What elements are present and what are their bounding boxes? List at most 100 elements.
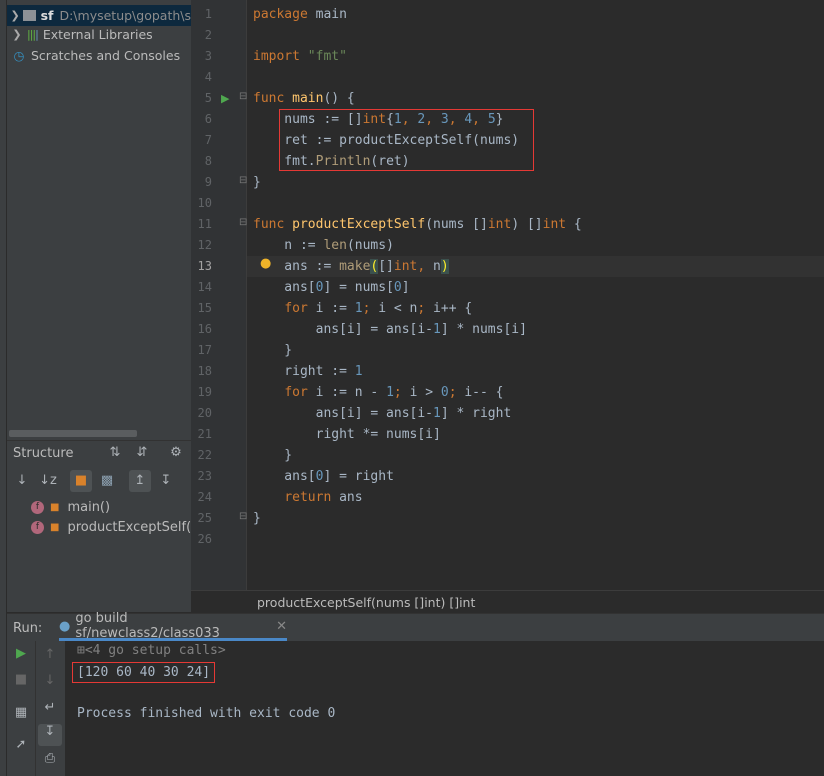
code-token: ans[i] = ans[i- bbox=[253, 322, 434, 337]
code-token: for bbox=[284, 385, 316, 400]
code-line[interactable]: ans[0] = nums[0] bbox=[253, 277, 410, 298]
arrow-up-icon[interactable]: ↑ bbox=[36, 647, 64, 662]
code-token: 0 bbox=[440, 385, 449, 400]
lock-icon: ■ bbox=[50, 501, 60, 513]
code-line[interactable]: right *= nums[i] bbox=[253, 424, 441, 445]
code-token: n bbox=[433, 259, 441, 274]
code-token: ; bbox=[362, 301, 379, 316]
line-number: 24 bbox=[197, 490, 212, 504]
code-token: nums := [] bbox=[253, 112, 363, 127]
code-token: , bbox=[417, 259, 434, 274]
code-token: ; bbox=[417, 301, 434, 316]
code-token: productExceptSelf bbox=[292, 217, 426, 232]
code-token: right := bbox=[253, 364, 355, 379]
stop-icon[interactable]: ■ bbox=[7, 672, 35, 687]
code-line[interactable]: } bbox=[253, 172, 261, 193]
line-number: 26 bbox=[197, 532, 212, 546]
code-line[interactable]: n := len(nums) bbox=[253, 235, 394, 256]
close-icon[interactable]: ✕ bbox=[276, 619, 287, 634]
autoscroll-to-source-icon[interactable]: ↥ bbox=[129, 470, 151, 492]
code-token: i-- { bbox=[464, 385, 504, 400]
chevron-right-icon[interactable]: ❯ bbox=[7, 9, 23, 22]
sort-by-visibility-icon[interactable]: ↓ bbox=[11, 470, 33, 492]
layout-icon[interactable]: ▦ bbox=[7, 705, 35, 720]
code-line[interactable]: for i := n - 1; i > 0; i-- { bbox=[253, 382, 504, 403]
line-number: 6 bbox=[204, 112, 212, 126]
tree-item-label: sf bbox=[40, 8, 54, 23]
gear-icon[interactable]: ⚙ bbox=[165, 442, 187, 464]
line-number: 10 bbox=[197, 196, 212, 210]
line-number: 2 bbox=[204, 28, 212, 42]
code-token: } bbox=[253, 511, 261, 526]
code-line[interactable]: for i := 1; i < n; i++ { bbox=[253, 298, 472, 319]
code-token: , bbox=[425, 112, 441, 127]
horizontal-scrollbar[interactable] bbox=[7, 429, 191, 438]
structure-member-productExceptSelf[interactable]: f ■ productExceptSelf(nu bbox=[31, 517, 208, 537]
line-number: 7 bbox=[204, 133, 212, 147]
code-line[interactable]: nums := []int{1, 2, 3, 4, 5} bbox=[253, 109, 503, 130]
code-line[interactable]: } bbox=[253, 508, 261, 529]
arrow-down-icon[interactable]: ↓ bbox=[36, 673, 64, 688]
sort-alphabetically-icon[interactable]: ↓z bbox=[37, 470, 59, 492]
chevron-right-icon[interactable]: ❯ bbox=[7, 28, 27, 41]
lightbulb-icon[interactable]: ● bbox=[260, 256, 271, 271]
structure-member-main[interactable]: f ■ main() bbox=[31, 497, 110, 517]
code-line[interactable]: return ans bbox=[253, 487, 362, 508]
expand-all-icon[interactable]: ⇅ bbox=[104, 442, 126, 464]
code-token: main bbox=[315, 7, 347, 22]
line-number: 19 bbox=[197, 385, 212, 399]
code-token: ] bbox=[401, 280, 410, 295]
run-tab[interactable]: ● go build sf/newclass2/class033 ✕ bbox=[59, 611, 287, 641]
code-token: int bbox=[362, 112, 387, 127]
run-label: Run: bbox=[13, 621, 43, 636]
tree-item-label: External Libraries bbox=[42, 27, 153, 42]
lock-icon: ■ bbox=[50, 521, 60, 533]
console-output[interactable]: ⊞<4 go setup calls> [120 60 40 30 24] Pr… bbox=[65, 641, 824, 776]
code-token: 1 bbox=[433, 406, 441, 421]
console-line-setup[interactable]: ⊞<4 go setup calls> bbox=[77, 643, 226, 658]
code-line[interactable]: ans := make([]int, n) bbox=[253, 256, 449, 277]
code-line[interactable]: } bbox=[253, 340, 292, 361]
code-token: n := bbox=[253, 238, 324, 253]
code-line[interactable]: ans[i] = ans[i-1] * right bbox=[253, 403, 512, 424]
code-token: , bbox=[472, 112, 488, 127]
pin-icon[interactable]: ➚ bbox=[7, 737, 35, 752]
code-line[interactable]: func main() { bbox=[253, 88, 355, 109]
scroll-to-end-icon[interactable]: ↧ bbox=[38, 724, 62, 746]
folder-icon[interactable]: ▩ bbox=[96, 470, 118, 492]
code-line[interactable]: } bbox=[253, 445, 292, 466]
breadcrumb[interactable]: productExceptSelf(nums []int) []int bbox=[257, 595, 475, 610]
member-label: main() bbox=[67, 499, 111, 515]
code-token: ans[i] = ans[i- bbox=[253, 406, 434, 421]
soft-wrap-icon[interactable]: ↵ bbox=[36, 700, 64, 715]
rerun-icon[interactable]: ▶ bbox=[7, 646, 35, 661]
code-token: Println bbox=[315, 154, 371, 169]
code-token: 3 bbox=[440, 112, 449, 127]
editor-gutter: 1 2 3 4 5 6 7 8 9 10 11 12 13 14 15 16 17 18 19 20 21 22 23 24 2… bbox=[191, 0, 247, 590]
console-text: <4 go setup calls> bbox=[84, 643, 226, 658]
run-gutter-icon[interactable]: ▶ bbox=[221, 92, 229, 105]
code-line[interactable]: ans[i] = ans[i-1] * nums[i] bbox=[253, 319, 527, 340]
show-private-lock-icon[interactable]: ■ bbox=[70, 470, 92, 492]
tree-item-external-libraries[interactable]: ❯ |||| External Libraries bbox=[7, 24, 191, 45]
code-token: func bbox=[253, 91, 293, 106]
code-line[interactable]: func productExceptSelf(nums []int) []int… bbox=[253, 214, 582, 235]
gopher-icon: ● bbox=[59, 618, 71, 634]
tree-item-scratches[interactable]: ◷ Scratches and Consoles bbox=[7, 45, 191, 66]
autoscroll-from-source-icon[interactable]: ↧ bbox=[155, 470, 177, 492]
code-line[interactable]: ret := productExceptSelf(nums) bbox=[253, 130, 519, 151]
code-line[interactable]: fmt.Println(ret) bbox=[253, 151, 409, 172]
code-line[interactable]: right := 1 bbox=[253, 361, 362, 382]
code-token: i++ { bbox=[433, 301, 473, 316]
tree-item-sf[interactable]: ❯ sf D:\mysetup\gopath\s bbox=[7, 5, 191, 26]
project-tree: ❯ sf D:\mysetup\gopath\s ❯ |||| External… bbox=[7, 0, 191, 440]
collapse-all-icon[interactable]: ⇵ bbox=[131, 442, 153, 464]
line-number: 22 bbox=[197, 448, 212, 462]
print-icon[interactable]: ⎙ bbox=[36, 751, 64, 766]
code-line[interactable]: import "fmt" bbox=[253, 46, 347, 67]
code-editor[interactable]: package main import "fmt" func main() { nu… bbox=[247, 0, 824, 590]
line-number: 23 bbox=[197, 469, 212, 483]
code-line[interactable]: ans[0] = right bbox=[253, 466, 394, 487]
code-line[interactable]: package main bbox=[253, 4, 347, 25]
